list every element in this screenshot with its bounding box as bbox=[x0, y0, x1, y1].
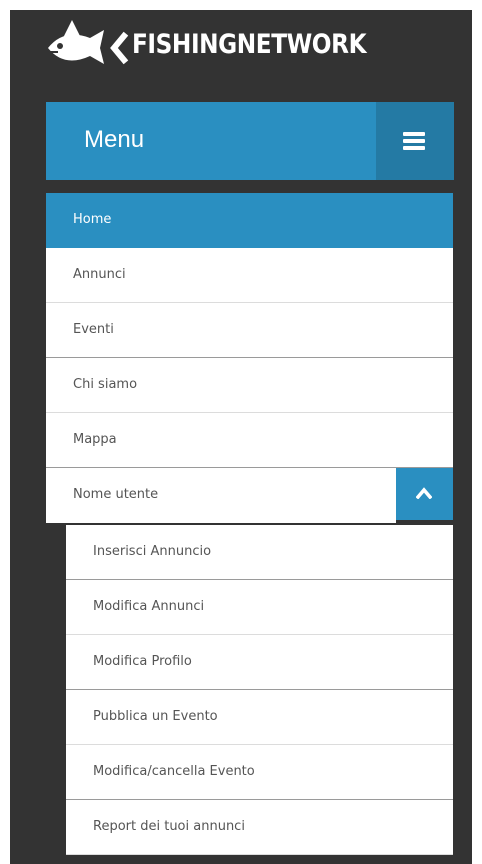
menu-header: Menu bbox=[46, 102, 454, 180]
menu-title: Menu bbox=[84, 126, 145, 153]
nav-item-label: Annunci bbox=[73, 267, 126, 282]
nav-item-mappa[interactable]: Mappa bbox=[46, 413, 453, 468]
chevron-up-icon bbox=[416, 487, 432, 499]
main-nav: Home Annunci Eventi Chi siamo Mappa Nome… bbox=[46, 193, 453, 523]
submenu-item-label: Pubblica un Evento bbox=[93, 709, 218, 724]
nav-item-user[interactable]: Nome utente bbox=[46, 468, 453, 523]
submenu-item-label: Modifica Profilo bbox=[93, 654, 192, 669]
submenu-item-label: Modifica Annunci bbox=[93, 599, 205, 614]
page-frame: FISHINGNETWORK Menu Home Annunci Eventi … bbox=[0, 0, 482, 864]
nav-item-home[interactable]: Home bbox=[46, 193, 453, 248]
user-submenu-toggle[interactable] bbox=[396, 468, 453, 520]
submenu-item-modifica-cancella-evento[interactable]: Modifica/cancella Evento bbox=[66, 745, 453, 800]
submenu-item-report-annunci[interactable]: Report dei tuoi annunci bbox=[66, 800, 453, 855]
submenu-item-label: Modifica/cancella Evento bbox=[93, 764, 255, 779]
submenu-item-label: Report dei tuoi annunci bbox=[93, 819, 245, 834]
nav-item-label: Eventi bbox=[73, 322, 114, 337]
brand-logo[interactable]: FISHINGNETWORK bbox=[46, 14, 376, 74]
user-name-label: Nome utente bbox=[73, 487, 159, 502]
submenu-item-label: Inserisci Annuncio bbox=[93, 544, 212, 559]
nav-item-label: Mappa bbox=[73, 432, 117, 447]
nav-item-label: Home bbox=[73, 212, 112, 227]
nav-item-chi-siamo[interactable]: Chi siamo bbox=[46, 358, 453, 413]
brand-name: FISHINGNETWORK bbox=[132, 29, 367, 60]
nav-item-label: Chi siamo bbox=[73, 377, 138, 392]
submenu-item-modifica-annunci[interactable]: Modifica Annunci bbox=[66, 580, 453, 635]
user-submenu: Inserisci Annuncio Modifica Annunci Modi… bbox=[66, 525, 453, 855]
submenu-item-inserisci-annuncio[interactable]: Inserisci Annuncio bbox=[66, 525, 453, 580]
nav-item-eventi[interactable]: Eventi bbox=[46, 303, 453, 358]
submenu-item-pubblica-evento[interactable]: Pubblica un Evento bbox=[66, 690, 453, 745]
nav-item-annunci[interactable]: Annunci bbox=[46, 248, 453, 303]
fish-logo-icon bbox=[48, 20, 129, 65]
submenu-item-modifica-profilo[interactable]: Modifica Profilo bbox=[66, 635, 453, 690]
menu-toggle-button[interactable] bbox=[376, 102, 454, 180]
